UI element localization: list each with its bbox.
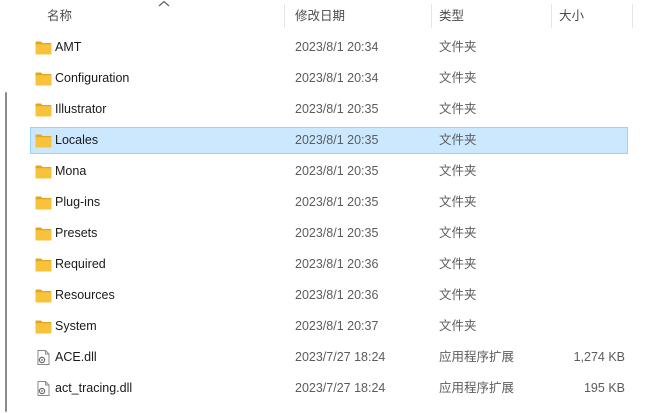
- file-size: [551, 252, 625, 277]
- column-separator[interactable]: [431, 4, 432, 28]
- file-modified-date: 2023/8/1 20:35: [295, 226, 379, 240]
- file-modified-date: 2023/7/27 18:24: [295, 350, 386, 364]
- file-size: [551, 97, 625, 122]
- file-size: [551, 190, 625, 215]
- file-modified-date: 2023/8/1 20:36: [295, 288, 379, 302]
- file-name: Presets: [55, 226, 98, 240]
- folder-icon: [35, 134, 52, 148]
- file-name: System: [55, 319, 97, 333]
- file-row[interactable]: Illustrator 2023/8/1 20:35 文件夹: [30, 96, 628, 123]
- file-name: Plug-ins: [55, 195, 101, 209]
- file-type: 文件夹: [439, 133, 477, 147]
- file-name: Mona: [55, 164, 87, 178]
- file-name: ACE.dll: [55, 350, 97, 364]
- dll-file-icon: [37, 350, 50, 365]
- file-type: 文件夹: [439, 195, 477, 209]
- folder-icon: [35, 165, 52, 179]
- file-modified-date: 2023/8/1 20:35: [295, 102, 379, 116]
- file-size: [551, 159, 625, 184]
- column-header-size[interactable]: 大小: [559, 0, 619, 32]
- file-type: 文件夹: [439, 257, 477, 271]
- file-name: Required: [55, 257, 106, 271]
- file-row[interactable]: AMT 2023/8/1 20:34 文件夹: [30, 34, 628, 61]
- folder-icon: [35, 196, 52, 210]
- file-name: Resources: [55, 288, 115, 302]
- file-modified-date: 2023/8/1 20:37: [295, 319, 379, 333]
- file-type: 文件夹: [439, 288, 477, 302]
- file-type: 应用程序扩展: [439, 381, 515, 395]
- folder-icon: [35, 258, 52, 272]
- file-size: [551, 66, 625, 91]
- file-row[interactable]: Required 2023/8/1 20:36 文件夹: [30, 251, 628, 278]
- dll-file-icon: [37, 381, 50, 396]
- file-row[interactable]: Locales 2023/8/1 20:35 文件夹: [30, 127, 628, 154]
- file-type: 文件夹: [439, 319, 477, 333]
- file-row[interactable]: Plug-ins 2023/8/1 20:35 文件夹: [30, 189, 628, 216]
- file-row[interactable]: System 2023/8/1 20:37 文件夹: [30, 313, 628, 340]
- folder-icon: [35, 320, 52, 334]
- column-header-bar: 名称 修改日期 类型 大小: [0, 0, 666, 32]
- file-modified-date: 2023/8/1 20:35: [295, 164, 379, 178]
- file-type: 文件夹: [439, 102, 477, 116]
- file-type: 文件夹: [439, 40, 477, 54]
- file-type: 文件夹: [439, 164, 477, 178]
- column-separator[interactable]: [284, 4, 285, 28]
- file-row[interactable]: Presets 2023/8/1 20:35 文件夹: [30, 220, 628, 247]
- file-size: [551, 221, 625, 246]
- file-size: 1,274 KB: [573, 350, 625, 364]
- file-row[interactable]: Mona 2023/8/1 20:35 文件夹: [30, 158, 628, 185]
- file-modified-date: 2023/8/1 20:35: [295, 195, 379, 209]
- file-row[interactable]: act_tracing.dll 2023/7/27 18:24 应用程序扩展 195 …: [30, 375, 628, 402]
- file-modified-date: 2023/7/27 18:24: [295, 381, 386, 395]
- file-modified-date: 2023/8/1 20:36: [295, 257, 379, 271]
- file-size: 195 KB: [583, 381, 625, 395]
- file-row[interactable]: Resources 2023/8/1 20:36 文件夹: [30, 282, 628, 309]
- scrollbar-thumb[interactable]: [5, 92, 7, 412]
- file-name: Locales: [55, 133, 99, 147]
- column-header-date[interactable]: 修改日期: [295, 0, 425, 32]
- file-name: act_tracing.dll: [55, 381, 133, 395]
- column-header-name[interactable]: 名称: [47, 0, 283, 32]
- file-size: [551, 283, 625, 308]
- file-type: 文件夹: [439, 71, 477, 85]
- folder-icon: [35, 41, 52, 55]
- file-type: 文件夹: [439, 226, 477, 240]
- file-row[interactable]: ACE.dll 2023/7/27 18:24 应用程序扩展 1,274 KB: [30, 344, 628, 371]
- file-modified-date: 2023/8/1 20:34: [295, 71, 379, 85]
- file-size: [551, 314, 625, 339]
- folder-icon: [35, 103, 52, 117]
- file-size: [551, 128, 625, 153]
- folder-icon: [35, 227, 52, 241]
- file-type: 应用程序扩展: [439, 350, 515, 364]
- column-separator[interactable]: [632, 4, 633, 28]
- column-separator[interactable]: [551, 4, 552, 28]
- column-header-type[interactable]: 类型: [439, 0, 539, 32]
- file-modified-date: 2023/8/1 20:34: [295, 40, 379, 54]
- file-name: AMT: [55, 40, 82, 54]
- folder-icon: [35, 289, 52, 303]
- file-list-pane: 名称 修改日期 类型 大小 AMT 2023/8/1 20:34 文件夹 Config…: [0, 0, 666, 413]
- file-name: Configuration: [55, 71, 130, 85]
- file-row[interactable]: Configuration 2023/8/1 20:34 文件夹: [30, 65, 628, 92]
- file-size: [551, 35, 625, 60]
- file-name: Illustrator: [55, 102, 107, 116]
- file-modified-date: 2023/8/1 20:35: [295, 133, 379, 147]
- folder-icon: [35, 72, 52, 86]
